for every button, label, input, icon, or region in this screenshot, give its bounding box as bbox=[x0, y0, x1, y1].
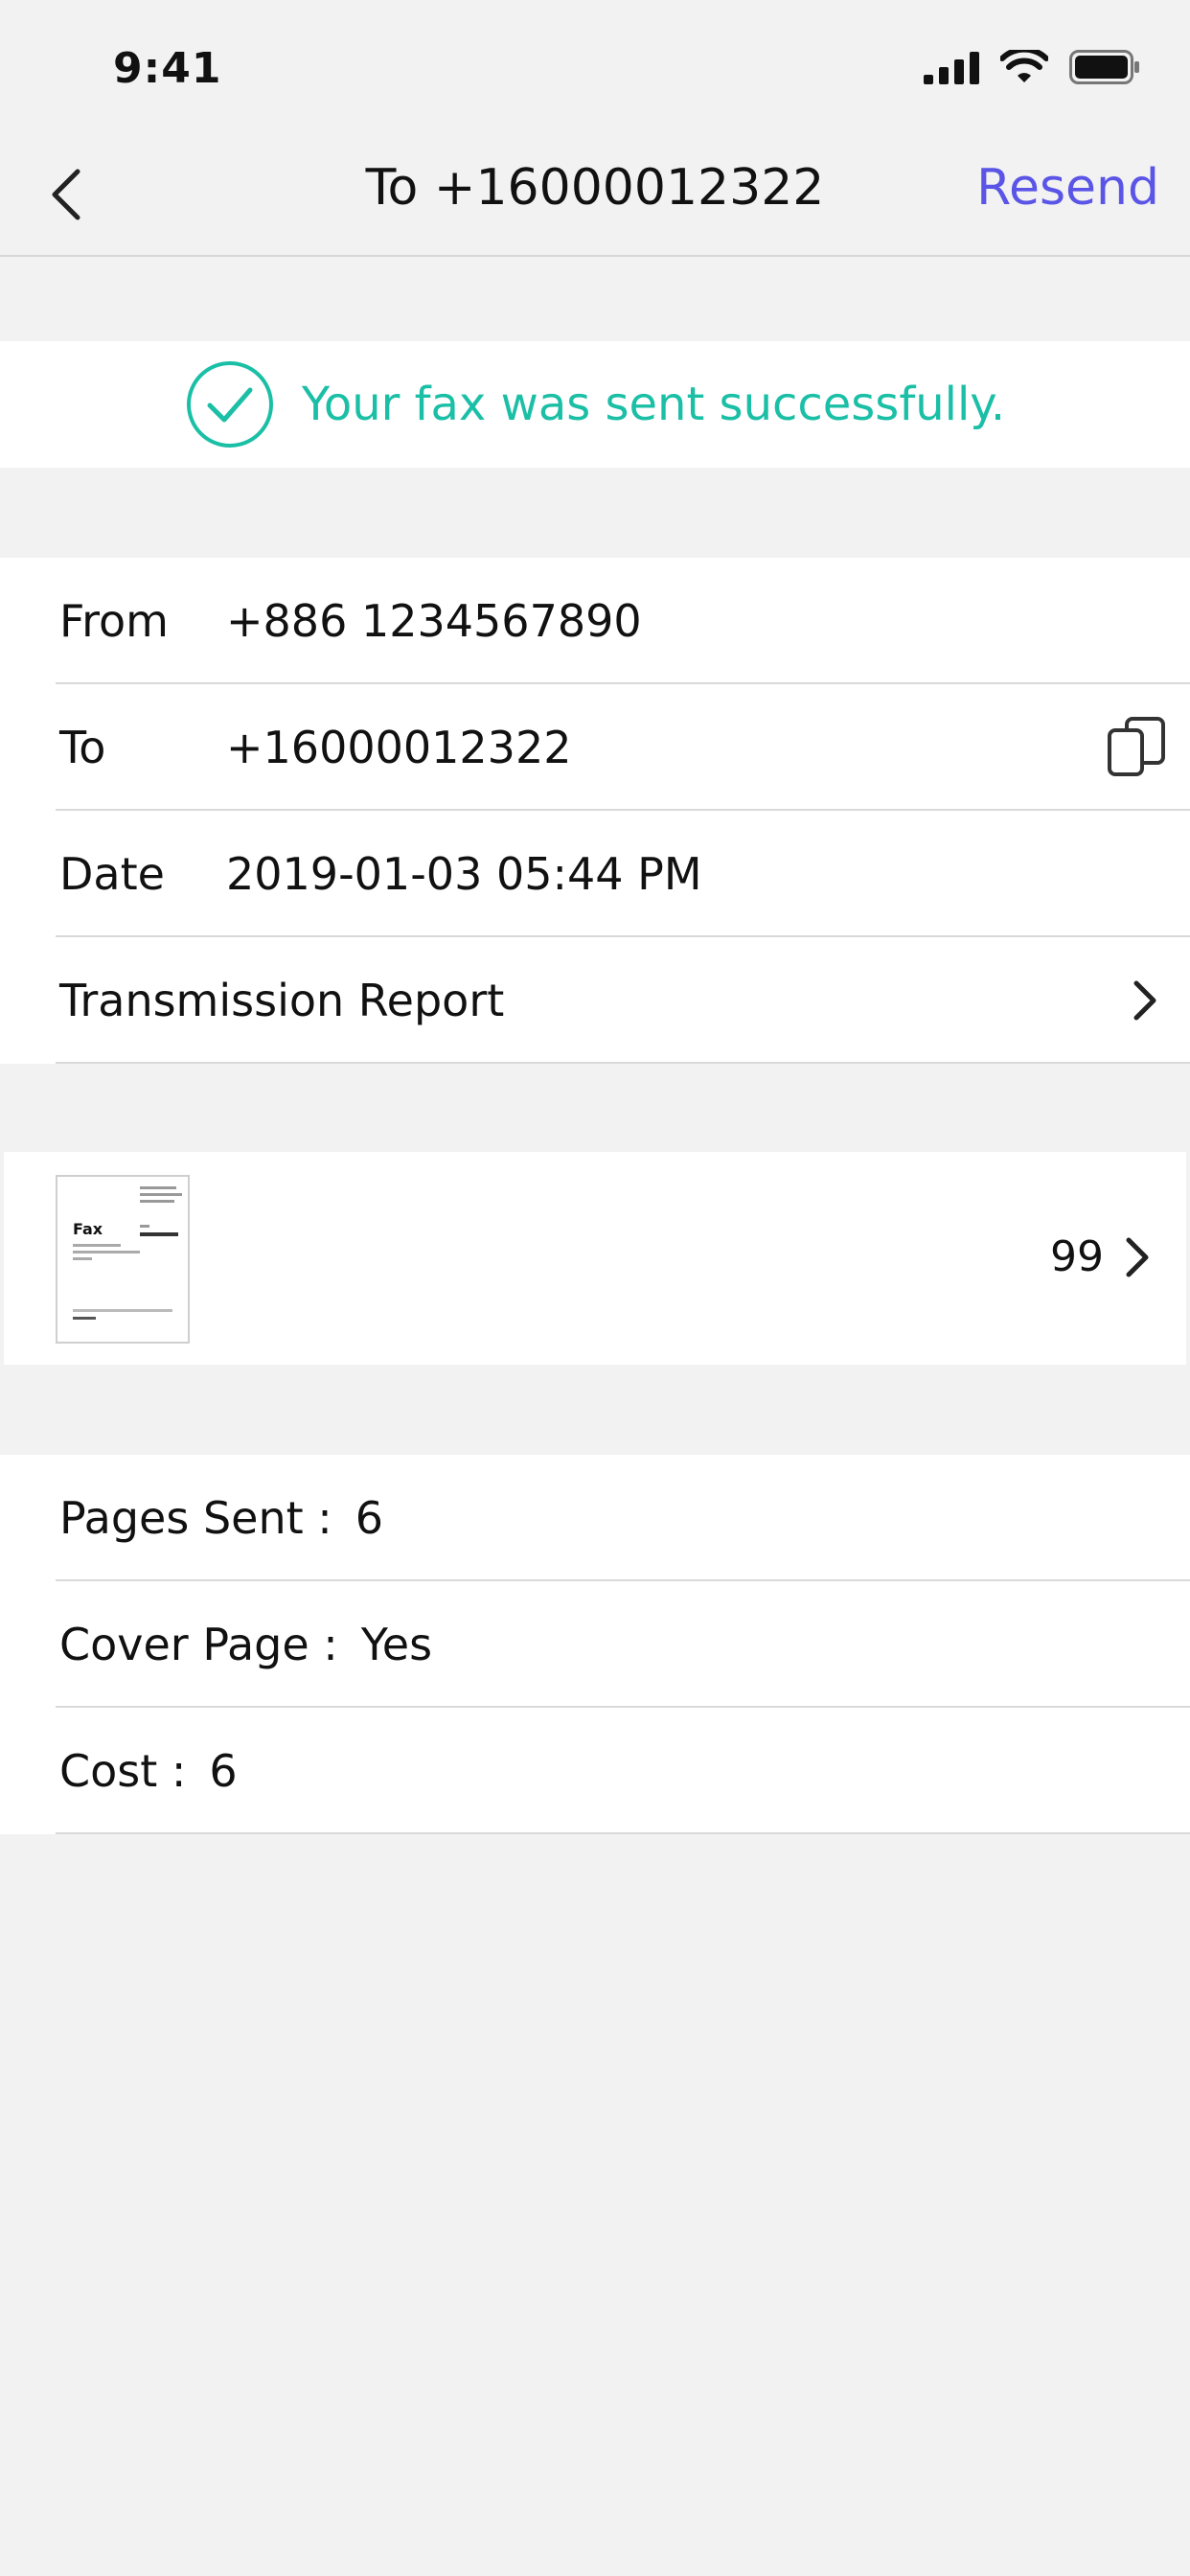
pages-sent-row: Pages Sent : 6 bbox=[0, 1455, 1190, 1581]
wifi-icon bbox=[1000, 50, 1048, 82]
transmission-report-row[interactable]: Transmission Report bbox=[0, 937, 1190, 1064]
from-value: +886 1234567890 bbox=[226, 595, 642, 647]
status-icons bbox=[924, 50, 1140, 84]
cost-label: Cost : bbox=[59, 1745, 187, 1797]
pages-sent-value: 6 bbox=[355, 1492, 384, 1544]
fax-thumbnail-art: Fax bbox=[73, 1186, 182, 1320]
pages-sent-label: Pages Sent : bbox=[59, 1492, 332, 1544]
transmission-report-label: Transmission Report bbox=[59, 975, 505, 1026]
navigation-bar: To +16000012322 Resend bbox=[0, 134, 1190, 257]
page-count: 99 bbox=[1050, 1232, 1104, 1281]
check-circle-icon bbox=[186, 361, 273, 448]
from-label: From bbox=[59, 595, 169, 647]
fax-thumbnail[interactable]: Fax bbox=[56, 1175, 190, 1344]
thumb-title: Fax bbox=[73, 1220, 103, 1238]
cover-page-row: Cover Page : Yes bbox=[0, 1581, 1190, 1708]
date-value: 2019-01-03 05:44 PM bbox=[226, 848, 702, 900]
success-banner: Your fax was sent successfully. bbox=[0, 341, 1190, 468]
to-value: +16000012322 bbox=[226, 722, 572, 773]
cover-page-label: Cover Page : bbox=[59, 1619, 338, 1670]
cover-page-value: Yes bbox=[360, 1619, 433, 1670]
resend-button[interactable]: Resend bbox=[976, 159, 1159, 217]
fax-details: From +886 1234567890 To +16000012322 Dat… bbox=[0, 558, 1190, 1064]
copy-icon[interactable] bbox=[1106, 717, 1167, 778]
battery-icon bbox=[1069, 50, 1139, 84]
chevron-right-icon bbox=[1133, 980, 1156, 1021]
signal-icon bbox=[924, 52, 979, 84]
chevron-right-icon bbox=[1126, 1237, 1149, 1277]
from-row: From +886 1234567890 bbox=[0, 558, 1190, 684]
cost-row: Cost : 6 bbox=[0, 1708, 1190, 1834]
cost-value: 6 bbox=[209, 1745, 238, 1797]
date-row: Date 2019-01-03 05:44 PM bbox=[0, 811, 1190, 937]
date-label: Date bbox=[59, 848, 165, 900]
fax-preview-row[interactable]: Fax 99 bbox=[4, 1152, 1186, 1365]
to-row: To +16000012322 bbox=[0, 684, 1190, 811]
fax-summary: Pages Sent : 6 Cover Page : Yes Cost : 6 bbox=[0, 1455, 1190, 1834]
success-message: Your fax was sent successfully. bbox=[301, 378, 1006, 431]
status-time: 9:41 bbox=[113, 44, 222, 93]
to-label: To bbox=[59, 722, 106, 773]
